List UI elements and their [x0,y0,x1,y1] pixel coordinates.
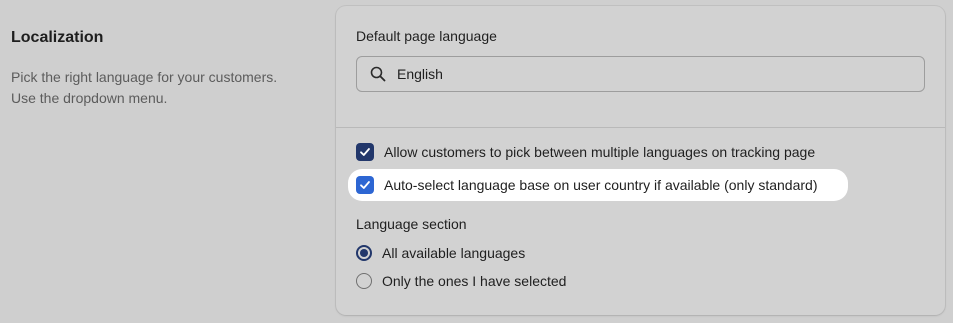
allow-multiple-languages-label: Allow customers to pick between multiple… [384,144,816,160]
section-title: Localization [11,29,104,46]
section-description-line-2: Use the dropdown menu. [11,90,168,106]
radio-all-languages-label: All available languages [382,245,526,261]
auto-select-language-option[interactable]: Auto-select language base on user countr… [356,174,817,196]
allow-multiple-languages-checkbox[interactable] [356,143,374,161]
language-section-label: Language section [356,216,467,232]
radio-selected-languages-label: Only the ones I have selected [382,273,567,289]
default-language-label: Default page language [356,28,497,44]
radio-all-languages[interactable]: All available languages [356,242,525,264]
checkmark-icon [360,148,370,156]
divider [336,127,945,128]
localization-card: Default page language English Allow cust… [336,6,945,315]
search-icon [370,66,386,82]
default-language-search-input[interactable]: English [356,56,925,92]
radio-selected-languages[interactable]: Only the ones I have selected [356,270,566,292]
radio-all-languages-button[interactable] [356,245,372,261]
section-description-line-1: Pick the right language for your custome… [11,69,278,85]
radio-selected-languages-button[interactable] [356,273,372,289]
section-description: Pick the right language for your custome… [11,67,311,109]
auto-select-language-checkbox[interactable] [356,176,374,194]
checkmark-icon [360,181,370,189]
allow-multiple-languages-option[interactable]: Allow customers to pick between multiple… [356,141,815,163]
auto-select-language-label: Auto-select language base on user countr… [384,177,818,193]
default-language-value: English [397,66,443,82]
section-intro: Localization Pick the right language for… [11,28,311,109]
